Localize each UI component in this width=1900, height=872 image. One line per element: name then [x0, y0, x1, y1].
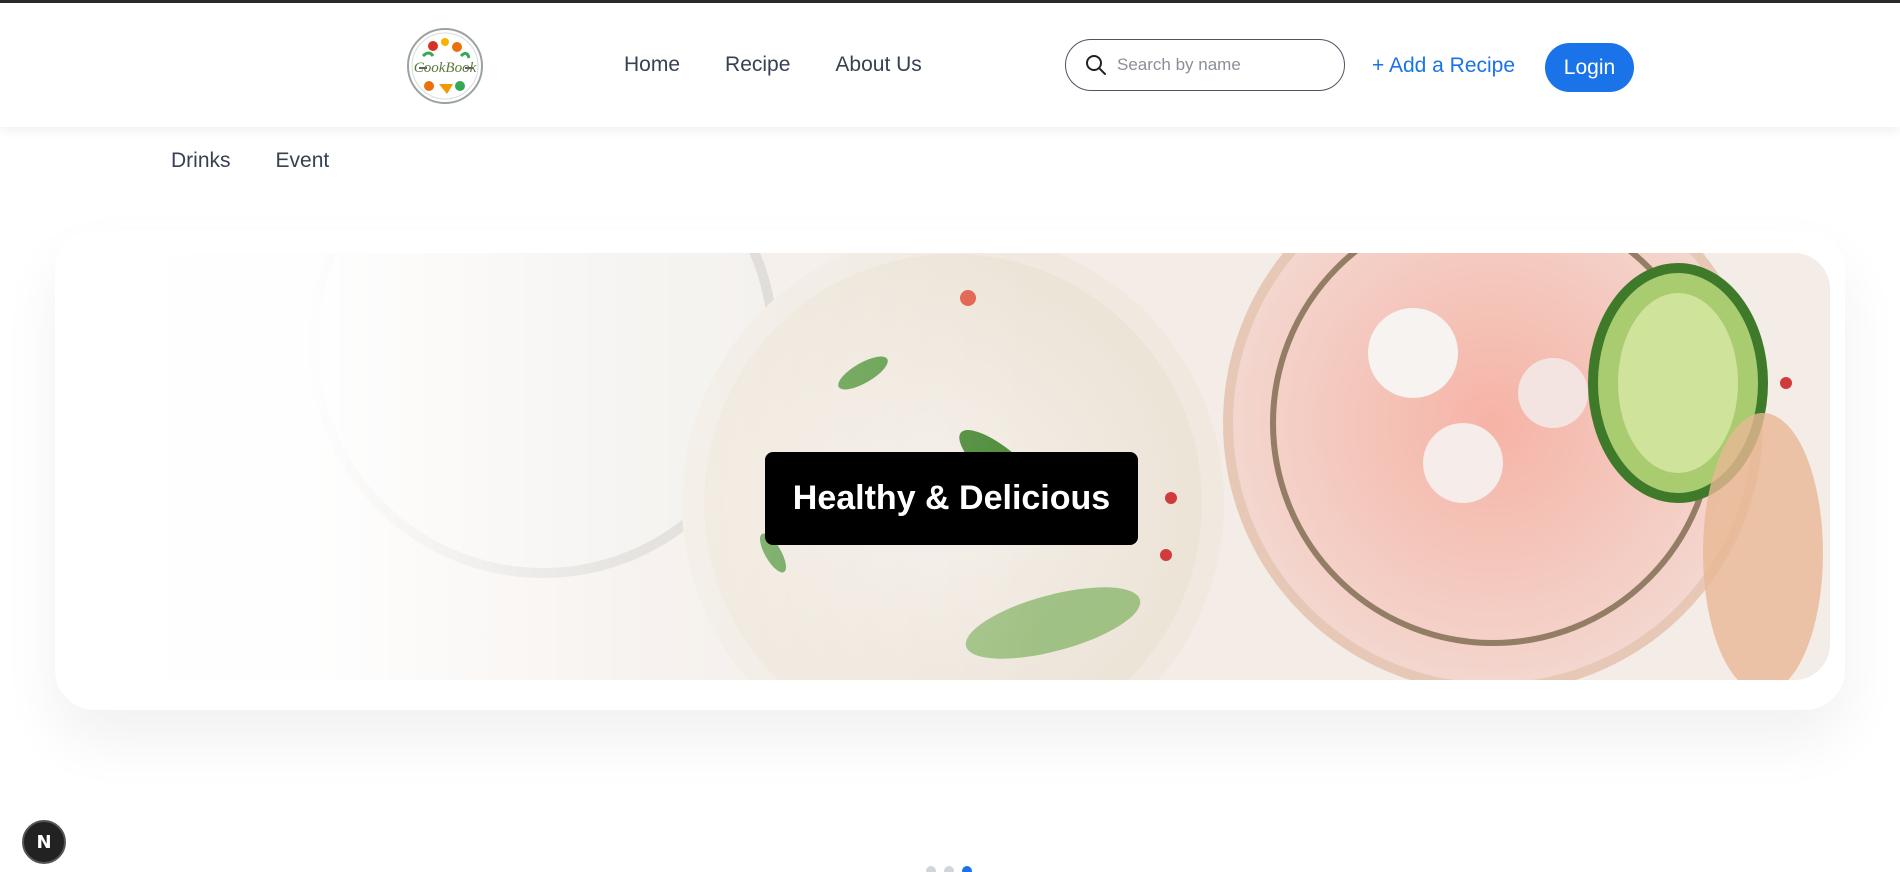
- hero-caption: Healthy & Delicious: [765, 452, 1138, 545]
- nav-about-us-link[interactable]: About Us: [835, 53, 921, 77]
- dev-tools-badge[interactable]: N: [22, 820, 66, 864]
- cookbook-logo[interactable]: CookBook: [405, 26, 485, 106]
- add-recipe-link[interactable]: + Add a Recipe: [1372, 54, 1515, 78]
- site-header: CookBook Home Recipe About Us + Add a Re…: [0, 3, 1900, 127]
- main-nav: Home Recipe About Us: [624, 53, 922, 77]
- search-input[interactable]: [1117, 55, 1337, 75]
- login-button[interactable]: Login: [1545, 43, 1634, 92]
- nav-home-link[interactable]: Home: [624, 53, 680, 77]
- nav-recipe-link[interactable]: Recipe: [725, 53, 790, 77]
- carousel-dot[interactable]: [944, 866, 954, 872]
- search-box: [1065, 39, 1345, 91]
- category-nav: Drinks Event: [171, 149, 329, 173]
- nav-event-link[interactable]: Event: [276, 149, 330, 173]
- search-icon: [1086, 55, 1106, 75]
- carousel-indicators: [926, 866, 972, 872]
- carousel-dot-active[interactable]: [962, 866, 972, 872]
- carousel-dot[interactable]: [926, 866, 936, 872]
- nav-drinks-link[interactable]: Drinks: [171, 149, 231, 173]
